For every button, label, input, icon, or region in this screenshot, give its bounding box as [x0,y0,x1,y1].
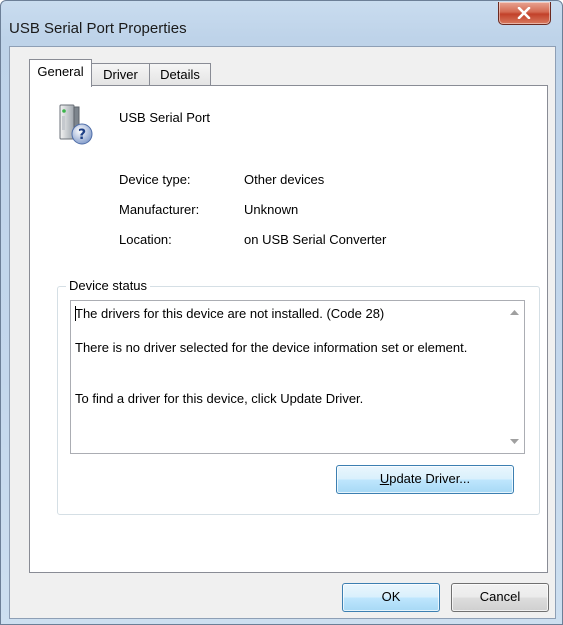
device-name: USB Serial Port [119,110,211,125]
device-status-text: The drivers for this device are not inst… [75,306,468,406]
cancel-button[interactable]: Cancel [451,583,549,612]
dialog-client-area: General Driver Details ? USB Serial Port… [9,46,556,619]
tab-details[interactable]: Details [149,63,211,86]
update-driver-mnemonic: U [379,471,390,486]
close-button[interactable] [498,2,551,25]
ok-button[interactable]: OK [342,583,440,612]
tab-general[interactable]: General [29,59,92,87]
device-type-value: Other devices [244,172,325,187]
window-title: USB Serial Port Properties [9,20,187,37]
close-icon [517,7,531,19]
tab-driver[interactable]: Driver [91,63,150,86]
svg-text:?: ? [78,127,86,143]
window-frame: USB Serial Port Properties General Drive… [0,0,563,625]
location-label: Location: [119,232,172,247]
update-driver-button[interactable]: Update Driver... [336,465,514,494]
device-status-label: Device status [66,278,151,293]
device-type-label: Device type: [119,172,191,187]
location-value: on USB Serial Converter [244,232,387,247]
manufacturer-value: Unknown [244,202,299,217]
scroll-down-arrow-icon[interactable] [510,439,519,444]
device-status-textbox[interactable]: The drivers for this device are not inst… [70,300,525,454]
usb-device-unknown-icon: ? [56,103,100,150]
scroll-up-arrow-icon[interactable] [510,310,519,315]
update-driver-label: pdate Driver... [389,471,471,486]
manufacturer-label: Manufacturer: [119,202,200,217]
general-tab-panel: ? USB Serial Port Device type: Other dev… [29,85,548,573]
text-caret [75,306,76,321]
